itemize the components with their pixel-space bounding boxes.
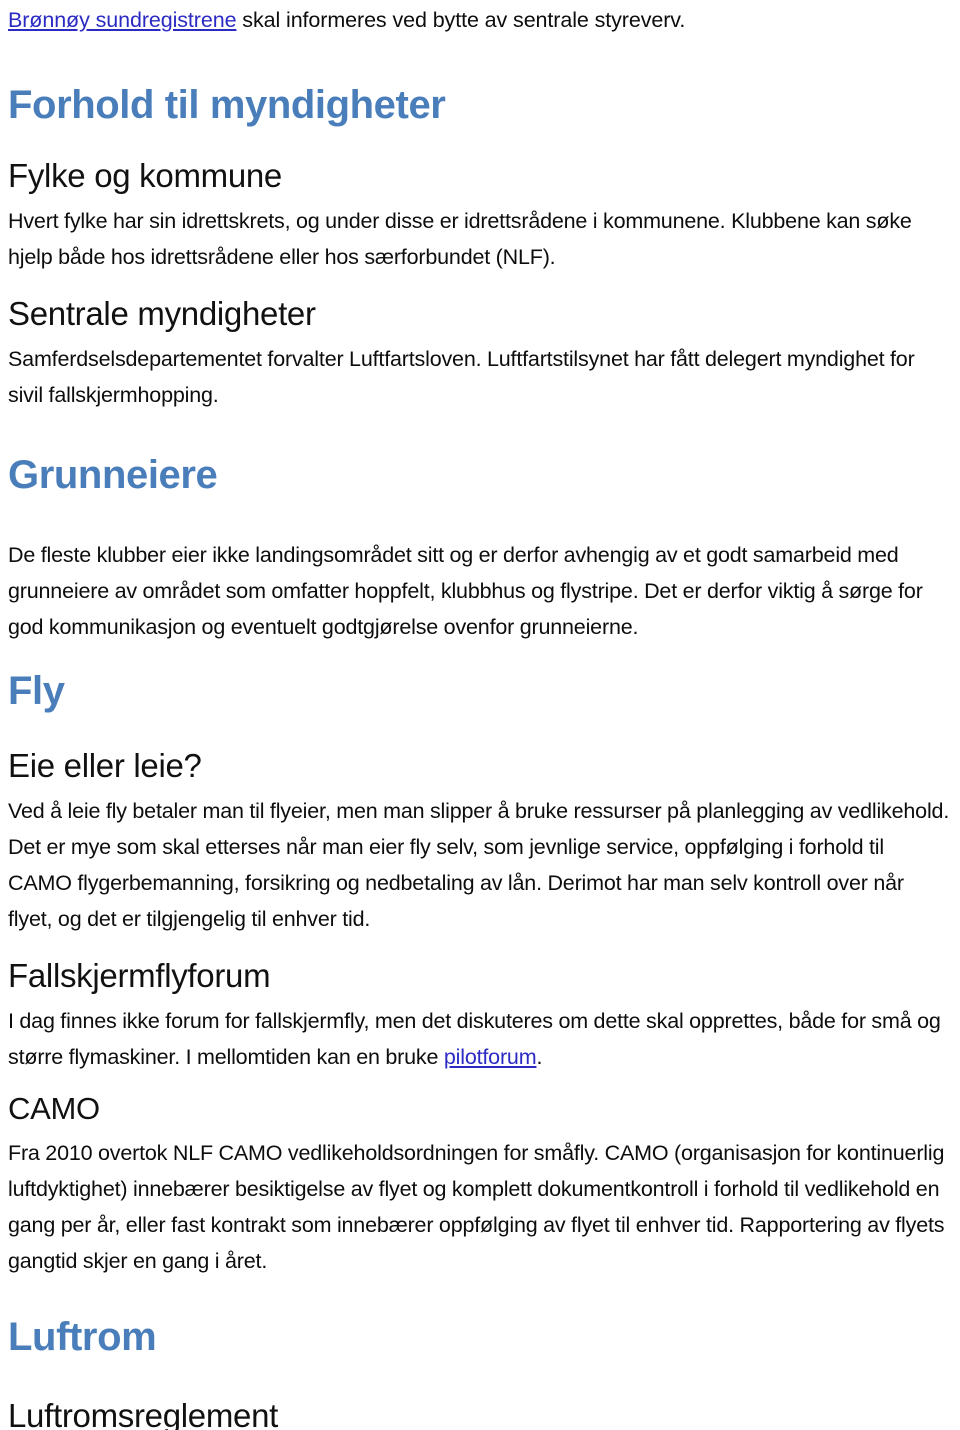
paragraph-eie-eller-leie-2: Det er mye som skal etterses når man eie…: [8, 835, 904, 931]
heading-luftromsreglement: Luftromsreglement: [8, 1397, 279, 1430]
bronnoysundregistrene-link[interactable]: Brønnøy sundregistrene: [8, 8, 237, 32]
heading-forhold-til-myndigheter: Forhold til myndigheter: [8, 83, 446, 127]
heading-sentrale-myndigheter: Sentrale myndigheter: [8, 295, 316, 332]
heading-camo: CAMO: [8, 1091, 100, 1126]
intro-paragraph-text: skal informeres ved bytte av sentrale st…: [236, 8, 686, 32]
pilotforum-link[interactable]: pilotforum: [444, 1045, 537, 1069]
document-page: Brønnøy sundregistrene skal informeres v…: [0, 0, 960, 1430]
paragraph-sentrale-myndigheter: Samferdselsdepartementet forvalter Luftf…: [8, 347, 915, 407]
paragraph-fylke-og-kommune: Hvert fylke har sin idrettskrets, og und…: [8, 209, 912, 269]
heading-luftrom: Luftrom: [8, 1315, 157, 1359]
heading-fylke-og-kommune: Fylke og kommune: [8, 157, 282, 194]
heading-grunneiere: Grunneiere: [8, 453, 218, 497]
paragraph-eie-eller-leie-1: Ved å leie fly betaler man til flyeier, …: [8, 799, 950, 823]
paragraph-grunneiere: De fleste klubber eier ikke landingsområ…: [8, 543, 923, 639]
heading-fly: Fly: [8, 669, 65, 713]
paragraph-camo: Fra 2010 overtok NLF CAMO vedlikeholdsor…: [8, 1141, 945, 1273]
intro-paragraph: Brønnøy sundregistrene skal informeres v…: [8, 0, 950, 37]
paragraph-fallskjermflyforum: I dag finnes ikke forum for fallskjermfl…: [8, 1003, 950, 1075]
heading-eie-eller-leie: Eie eller leie?: [8, 747, 202, 784]
heading-fallskjermflyforum: Fallskjermflyforum: [8, 957, 271, 994]
paragraph-fallskjermflyforum-after-link: .: [536, 1045, 543, 1069]
